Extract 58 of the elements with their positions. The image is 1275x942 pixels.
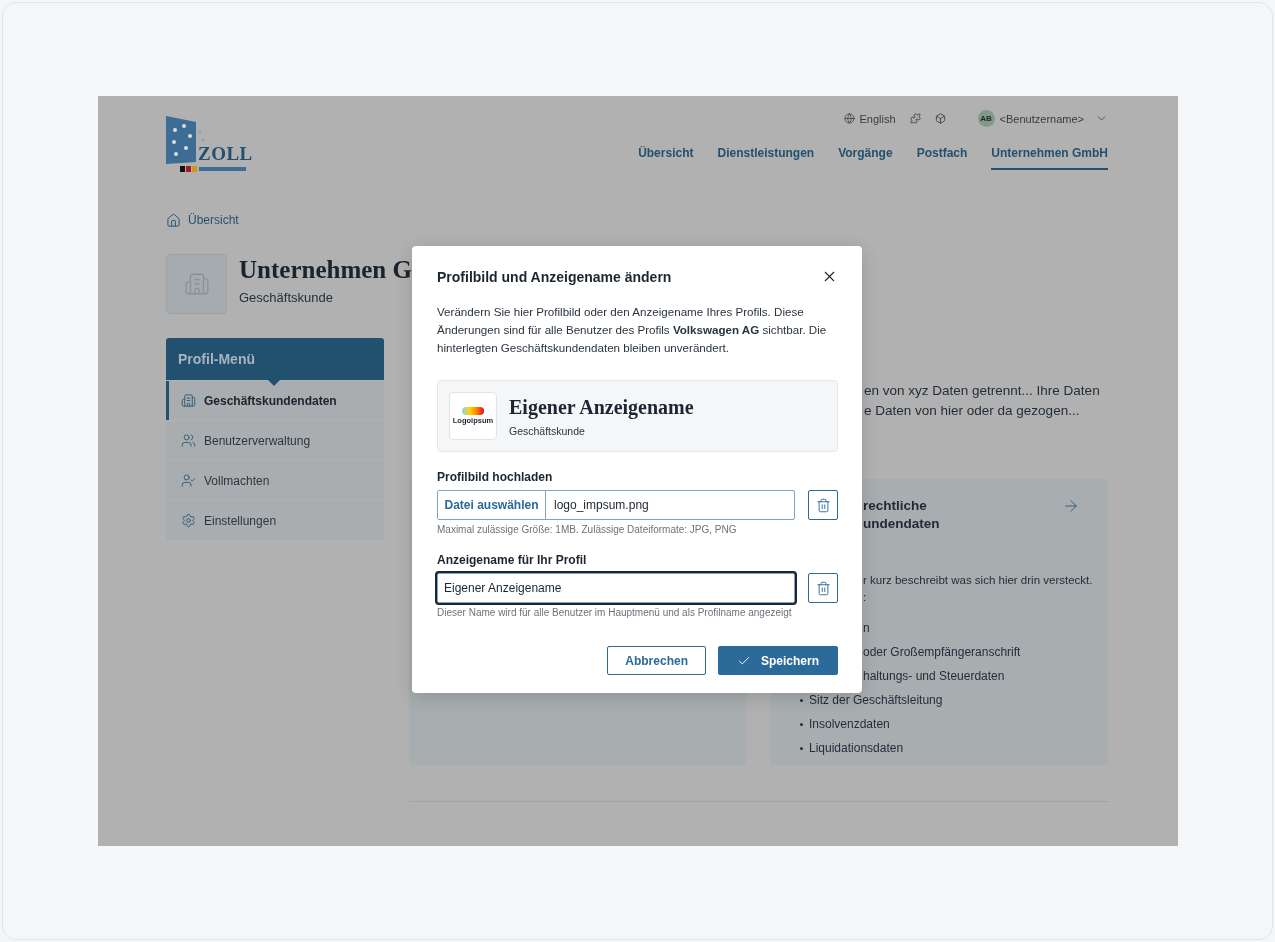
menu-header: Profil-Menü — [166, 338, 384, 380]
language-link[interactable]: English — [843, 112, 896, 125]
choose-file-button[interactable]: Datei auswählen — [438, 491, 546, 519]
menu-item[interactable]: Einstellungen — [166, 501, 384, 540]
nav-tab[interactable]: Vorgänge — [838, 146, 893, 170]
user-check-icon — [181, 473, 196, 488]
nav-tab[interactable]: Übersicht — [638, 146, 694, 170]
bullet-icon — [800, 746, 803, 750]
menu-item[interactable]: Benutzerverwaltung — [166, 421, 384, 460]
dialog-description: Verändern Sie hier Profilbild oder den Anzeigename Ihres Profils. Diese Änderungen sind für alle Benutzer des Profils Volkswagen AG sichtbar. Die hinterlegten Geschäftskundendaten bleiben unverändert. — [437, 304, 828, 356]
nav-tab[interactable]: Postfach — [916, 146, 968, 170]
card-title: rechtliche undendaten — [863, 497, 940, 533]
preview-subtitle: Geschäftskunde — [509, 424, 586, 437]
user-menu[interactable]: AB <Benutzername> — [977, 110, 1108, 127]
settings-icon — [181, 513, 196, 528]
file-name: logo_impsum.png — [553, 497, 649, 514]
bullet-icon — [800, 698, 803, 702]
intro-text: e Daten von hier oder da gezogen... — [864, 402, 1081, 420]
list-item: Sitz der Geschäftsleitung — [809, 693, 943, 707]
list-item: n — [863, 621, 870, 635]
display-name-field[interactable]: Eigener Anzeigename — [437, 573, 795, 603]
breadcrumb-link[interactable]: Übersicht — [188, 213, 239, 227]
gradient-pill-icon — [462, 407, 484, 415]
delete-button[interactable] — [808, 573, 838, 603]
card-text: r kurz beschreibt was sich hier drin versteckt. — [863, 573, 1093, 588]
cancel-button[interactable]: Abbrechen — [607, 646, 706, 675]
nav-tab[interactable]: Dienstleistungen — [717, 146, 815, 170]
building-icon — [181, 393, 196, 408]
bullet-icon — [800, 722, 803, 726]
profile-subtitle: Geschäftskunde — [239, 290, 334, 305]
box-icon[interactable] — [934, 113, 946, 124]
list-item: oder Großempfängeranschrift — [863, 645, 1021, 659]
globe-icon — [843, 113, 855, 124]
profile-title: Unternehmen G — [239, 256, 412, 284]
nav-tab[interactable]: Unternehmen GmbH — [991, 146, 1108, 170]
field-hint: Dieser Name wird für alle Benutzer im Hauptmenü und als Profilname angezeigt — [437, 607, 793, 618]
users-icon — [181, 433, 196, 448]
menu-item[interactable]: Vollmachten — [166, 461, 384, 500]
puzzle-icon[interactable] — [909, 113, 921, 124]
field-label: Anzeigename für Ihr Profil — [437, 553, 588, 567]
trash-icon — [815, 497, 831, 513]
user-avatar: AB — [977, 110, 995, 127]
home-icon — [166, 212, 181, 228]
delete-button[interactable] — [808, 490, 838, 520]
preview-name: Eigener Anzeigename — [509, 395, 694, 419]
intro-text: en von xyz Daten getrennt... Ihre Daten — [864, 382, 1101, 400]
menu-item[interactable]: Geschäftskundendaten — [166, 381, 384, 420]
save-button[interactable]: Speichern — [717, 646, 838, 675]
file-field[interactable]: Datei auswählen logo_impsum.png — [437, 490, 795, 520]
dialog-title: Profilbild und Anzeigename ändern — [437, 268, 672, 285]
building-icon — [183, 271, 210, 297]
card-text: : — [863, 590, 867, 605]
field-label: Profilbild hochladen — [437, 470, 554, 484]
field-hint: Maximal zulässige Größe: 1MB. Zulässige Dateiformate: JPG, PNG — [437, 524, 738, 535]
list-item: haltungs- und Steuerdaten — [863, 669, 1005, 683]
list-item: Liquidationsdaten — [809, 741, 904, 755]
list-item: Insolvenzdaten — [809, 717, 890, 731]
trash-icon — [815, 580, 831, 596]
